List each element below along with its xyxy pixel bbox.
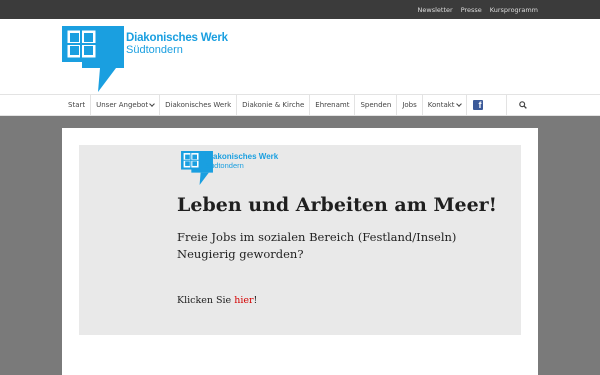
- top-bar: Newsletter Presse Kursprogramm: [0, 0, 600, 19]
- logo-wordmark: Diakonisches Werk Südtondern: [126, 32, 228, 56]
- banner-logo-line-2: Südtondern: [205, 161, 244, 170]
- cta-prefix: Klicken Sie: [177, 295, 235, 306]
- banner-logo-wordmark: Diakonisches Werk Südtondern: [205, 152, 278, 170]
- search-icon: [518, 101, 527, 109]
- nav-label: Diakonie & Kirche: [242, 101, 305, 109]
- banner-subtext-line-1: Freie Jobs im sozialen Bereich (Festland…: [177, 230, 457, 244]
- nav-label: Unser Angebot: [96, 101, 149, 109]
- top-links: Newsletter Presse Kursprogramm: [418, 0, 538, 19]
- content-panel: Diakonisches Werk Südtondern Leben und A…: [62, 128, 538, 375]
- nav-item-diakonisches-werk[interactable]: Diakonisches Werk: [160, 95, 238, 115]
- kursprogramm-link[interactable]: Kursprogramm: [490, 6, 538, 14]
- nav-item-kontakt[interactable]: Kontakt: [423, 95, 467, 115]
- banner-headline: Leben und Arbeiten am Meer!: [177, 194, 498, 216]
- search-button[interactable]: [506, 95, 538, 115]
- site-logo[interactable]: Diakonisches Werk Südtondern: [62, 26, 237, 96]
- chevron-down-icon: [455, 101, 462, 107]
- banner-cta: Klicken Sie hier!: [177, 295, 257, 306]
- nav-item-start[interactable]: Start: [62, 95, 92, 115]
- logo-line-1: Diakonisches Werk: [126, 32, 228, 44]
- nav-item-ehrenamt[interactable]: Ehrenamt: [310, 95, 356, 115]
- diakonie-logo-icon: [62, 26, 124, 92]
- cta-suffix: !: [253, 295, 258, 306]
- facebook-icon: f: [472, 100, 483, 110]
- nav-label: Jobs: [402, 101, 417, 109]
- banner-subtext: Freie Jobs im sozialen Bereich (Festland…: [177, 229, 456, 263]
- nav-label: Diakonisches Werk: [165, 101, 232, 109]
- chevron-down-icon: [149, 101, 156, 107]
- nav-item-jobs[interactable]: Jobs: [397, 95, 423, 115]
- logo-line-2: Südtondern: [126, 44, 183, 56]
- nav-label: Spenden: [360, 101, 392, 109]
- jobs-banner[interactable]: Diakonisches Werk Südtondern Leben und A…: [79, 145, 521, 335]
- newsletter-link[interactable]: Newsletter: [418, 6, 453, 14]
- nav-item-unser-angebot[interactable]: Unser Angebot: [91, 95, 161, 115]
- banner-subtext-line-2: Neugierig geworden?: [177, 247, 304, 261]
- cta-link[interactable]: hier: [234, 295, 253, 306]
- banner-logo-line-1: Diakonisches Werk: [205, 152, 279, 161]
- nav-label: Kontakt: [427, 101, 455, 109]
- nav-item-diakonie-kirche[interactable]: Diakonie & Kirche: [237, 95, 311, 115]
- nav-label: Ehrenamt: [315, 101, 350, 109]
- nav-label: Start: [68, 101, 86, 109]
- facebook-link[interactable]: f: [467, 95, 489, 115]
- nav-item-spenden[interactable]: Spenden: [355, 95, 398, 115]
- main-navigation: Start Unser Angebot Diakonisches Werk Di…: [0, 94, 600, 116]
- presse-link[interactable]: Presse: [461, 6, 482, 14]
- site-header: Diakonisches Werk Südtondern: [0, 19, 600, 94]
